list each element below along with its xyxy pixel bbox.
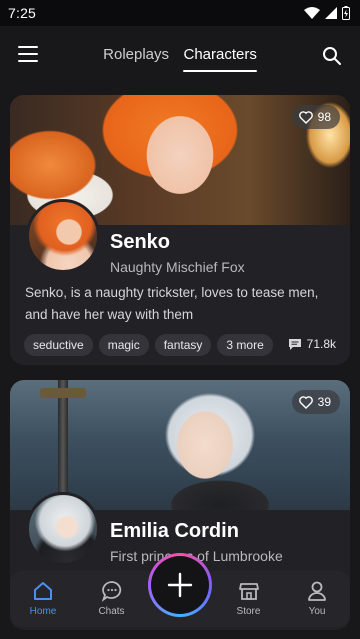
tab-characters[interactable]: Characters — [183, 46, 258, 72]
nav-label: Store — [236, 606, 261, 617]
character-subtitle: Naughty Mischief Fox — [110, 259, 245, 275]
character-name: Senko — [110, 231, 171, 253]
status-time: 7:25 — [8, 5, 37, 21]
store-icon — [238, 583, 259, 600]
nav-store[interactable]: Store — [222, 571, 276, 627]
character-name: Emilia Cordin — [110, 520, 239, 542]
nav-chats[interactable]: Chats — [85, 571, 139, 627]
heart-icon — [298, 395, 313, 409]
sword-graphic — [58, 380, 68, 510]
user-icon — [308, 581, 326, 601]
like-count: 98 — [317, 110, 331, 124]
chat-count-value: 71.8k — [306, 337, 336, 351]
top-navigation: Roleplays Characters — [0, 26, 360, 86]
like-button[interactable]: 98 — [291, 105, 340, 129]
create-button-inner — [151, 556, 209, 614]
tag-list: seductive magic fantasy 3 more — [24, 334, 273, 356]
avatar — [26, 492, 100, 566]
like-count: 39 — [317, 395, 331, 409]
tag[interactable]: fantasy — [154, 334, 212, 356]
status-icons — [304, 6, 350, 20]
tag[interactable]: magic — [98, 334, 149, 356]
battery-icon — [342, 6, 350, 20]
search-icon[interactable] — [322, 46, 342, 66]
chat-count: 71.8k — [288, 337, 336, 351]
signal-icon — [325, 7, 337, 19]
chat-bubble-icon — [288, 338, 301, 350]
character-card[interactable]: 98 Senko Naughty Mischief Fox Senko, is … — [10, 95, 350, 365]
plus-icon — [167, 572, 193, 598]
nav-label: You — [308, 606, 326, 617]
more-tags-button[interactable]: 3 more — [217, 334, 273, 356]
nav-home[interactable]: Home — [16, 571, 70, 627]
tab-bar: Roleplays Characters — [0, 46, 360, 72]
nav-label: Home — [29, 606, 57, 617]
tab-roleplays[interactable]: Roleplays — [103, 46, 169, 72]
sword-guard-graphic — [40, 388, 86, 398]
like-button[interactable]: 39 — [291, 390, 340, 414]
wifi-icon — [304, 7, 320, 19]
character-description: Senko, is a naughty trickster, loves to … — [25, 285, 319, 322]
avatar — [26, 199, 100, 273]
create-button[interactable] — [148, 553, 212, 617]
home-icon — [34, 582, 52, 600]
status-bar: 7:25 — [0, 0, 360, 26]
tag[interactable]: seductive — [24, 334, 93, 356]
chat-bubble-icon — [101, 581, 121, 602]
nav-you[interactable]: You — [290, 571, 344, 627]
heart-icon — [298, 110, 313, 124]
nav-label: Chats — [98, 606, 125, 617]
